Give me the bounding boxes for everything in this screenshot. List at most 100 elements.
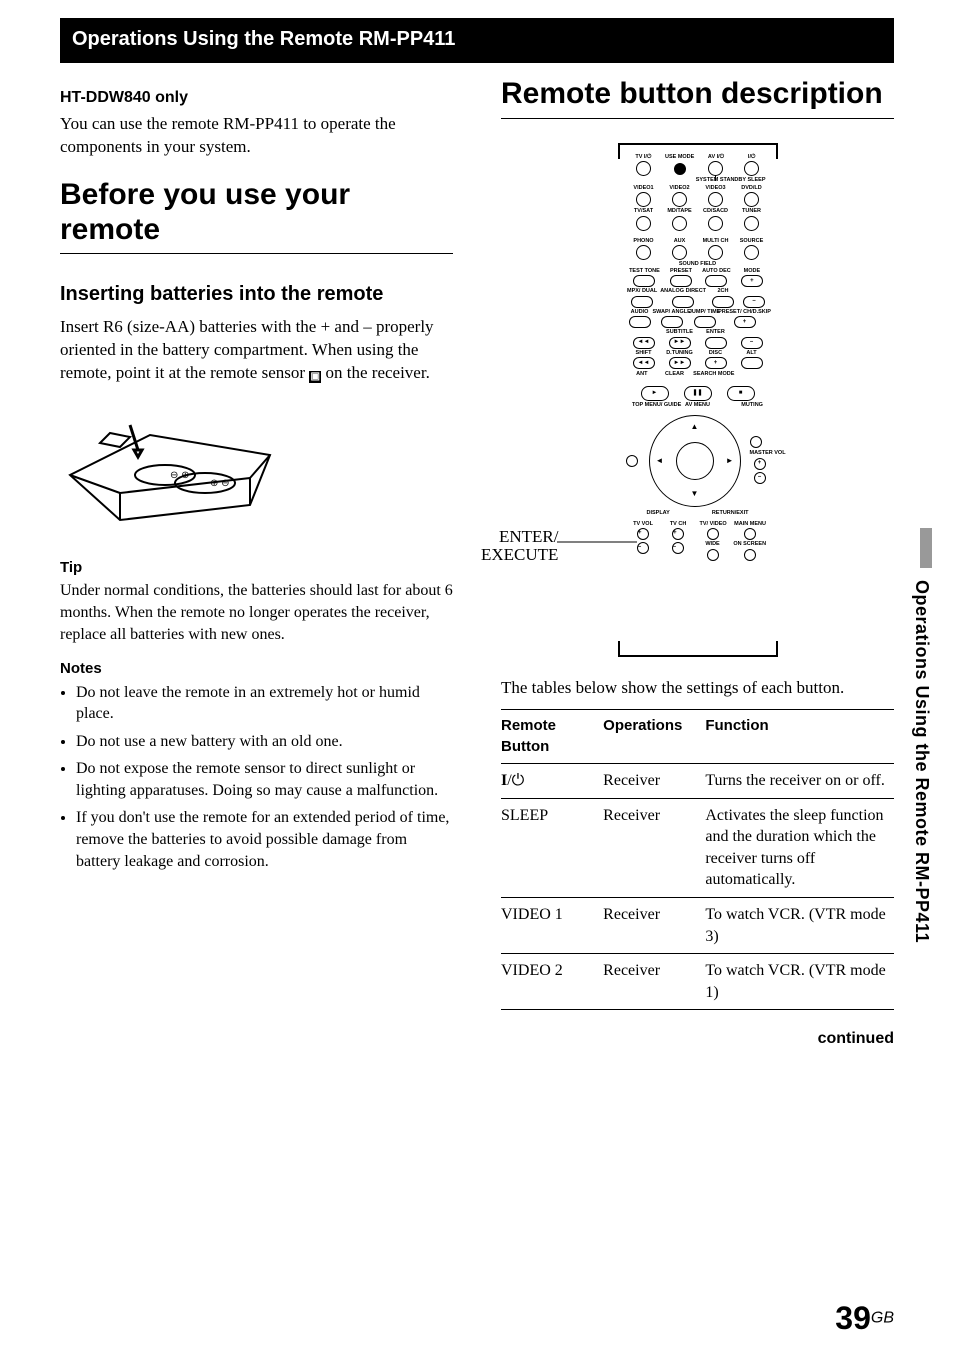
table-intro: The tables below show the settings of ea… (501, 677, 894, 700)
remote-label: USE MODE (665, 155, 694, 161)
page-number-suffix: GB (871, 1309, 894, 1326)
remote-label: AV I/⏻ (708, 155, 724, 161)
cell-function: To watch VCR. (VTR mode 3) (705, 897, 894, 953)
cell-function: Activates the sleep function and the dur… (705, 798, 894, 897)
th-operations: Operations (603, 710, 705, 764)
remote-label: AUX (674, 239, 686, 245)
page-number-value: 39 (835, 1300, 871, 1336)
insert-text-b: on the receiver. (321, 363, 430, 382)
section-before-you-use: Before you use your remote (60, 178, 453, 254)
stop-button: ■ (727, 386, 755, 401)
cell-button: SLEEP (501, 798, 603, 897)
jog-dial: ▲ ▼ ◄ ► (649, 415, 741, 507)
button-table: Remote Button Operations Function I/⏻ Re… (501, 709, 894, 1010)
remote-label: MASTER VOL (750, 451, 770, 457)
remote-label: ON SCREEN (733, 542, 766, 548)
remote-label: AV MENU (685, 403, 710, 409)
tip-text: Under normal conditions, the batteries s… (60, 580, 453, 645)
side-tab-text: Operations Using the Remote RM-PP411 (910, 580, 934, 943)
remote-label: MD/TAPE (667, 209, 691, 215)
continued-label: continued (501, 1028, 894, 1050)
remote-label: TOP MENU/ GUIDE (632, 403, 672, 409)
cell-button: VIDEO 1 (501, 897, 603, 953)
remote-label: TV/ VIDEO (700, 522, 727, 528)
table-row: SLEEP Receiver Activates the sleep funct… (501, 798, 894, 897)
remote-label: VIDEO2 (669, 186, 689, 192)
intro-paragraph: You can use the remote RM-PP411 to opera… (60, 113, 453, 159)
note-item: If you don't use the remote for an exten… (76, 807, 453, 872)
remote-label: MULTI CH (703, 239, 729, 245)
cell-operations: Receiver (603, 897, 705, 953)
cell-function: Turns the receiver on or off. (705, 763, 894, 798)
remote-label: PRESET (670, 269, 692, 275)
notes-list: Do not leave the remote in an extremely … (60, 682, 453, 873)
remote-label: SYSTEM STANDBY SLEEP (626, 178, 770, 184)
remote-diagram: TV I/⏻ USE MODE AV I/⏻ I/⏻ SYSTEM STANDB… (618, 143, 778, 657)
remote-label: CD/SACD (703, 209, 728, 215)
remote-label: MODE (744, 269, 761, 275)
remote-label: D.TUNING (666, 351, 693, 357)
section-remote-button-description: Remote button description (501, 77, 894, 119)
svg-text:⊖ ⊕: ⊖ ⊕ (170, 470, 190, 481)
remote-label: MUTING (723, 403, 763, 409)
note-item: Do not expose the remote sensor to direc… (76, 758, 453, 801)
remote-label: VIDEO3 (705, 186, 725, 192)
remote-label: ANT (636, 372, 647, 378)
remote-label: TV CH (670, 522, 687, 528)
remote-label: ALT (746, 351, 756, 357)
remote-label: I/⏻ (748, 155, 755, 161)
remote-label: PRESET/ CH/D.SKIP (718, 310, 771, 316)
page-content: HT-DDW840 only You can use the remote RM… (0, 63, 954, 1050)
remote-label: TEST TONE (629, 269, 660, 275)
remote-label: DISC (709, 351, 722, 357)
remote-label: SEARCH MODE (693, 372, 734, 378)
remote-label: TUNER (742, 209, 761, 215)
th-function: Function (705, 710, 894, 764)
pause-button: ❚❚ (684, 386, 712, 401)
remote-label: JUMP/ TIME (689, 310, 720, 316)
cell-operations: Receiver (603, 954, 705, 1010)
chapter-header: Operations Using the Remote RM-PP411 (60, 18, 894, 63)
cell-function: To watch VCR. (VTR mode 1) (705, 954, 894, 1010)
side-tab: Operations Using the Remote RM-PP411 (910, 528, 932, 1088)
remote-label: TV VOL (633, 522, 653, 528)
cell-operations: Receiver (603, 798, 705, 897)
right-column: Remote button description ENTER/ EXECUTE… (477, 73, 894, 1050)
svg-text:⊕ ⊖: ⊕ ⊖ (210, 478, 230, 489)
side-tab-mark (920, 528, 932, 568)
notes-label: Notes (60, 659, 453, 679)
note-item: Do not use a new battery with an old one… (76, 731, 453, 753)
ir-sensor-icon: ▣ (309, 371, 321, 383)
battery-illustration: ⊖ ⊕ ⊕ ⊖ (60, 405, 280, 525)
enter-execute-callout: ENTER/ EXECUTE (481, 528, 558, 565)
remote-label: DISPLAY (646, 511, 669, 517)
remote-label: SOUND FIELD (626, 262, 770, 268)
remote-label: RETURN/EXIT (712, 511, 749, 517)
remote-label: TV/SAT (634, 209, 653, 215)
table-row: VIDEO 1 Receiver To watch VCR. (VTR mode… (501, 897, 894, 953)
th-remote-button: Remote Button (501, 710, 603, 764)
remote-label: CLEAR (665, 372, 684, 378)
model-note: HT-DDW840 only (60, 87, 453, 109)
tip-label: Tip (60, 558, 453, 578)
cell-button: VIDEO 2 (501, 954, 603, 1010)
remote-label: SHIFT (636, 351, 652, 357)
play-button: ► (641, 386, 669, 401)
cell-button: I/⏻ (501, 763, 603, 798)
subsection-inserting-batteries: Inserting batteries into the remote (60, 282, 453, 306)
page-number: 39GB (835, 1297, 894, 1340)
remote-label: ANALOG DIRECT (660, 289, 706, 295)
remote-label: PHONO (633, 239, 653, 245)
remote-label: MPX/ DUAL (627, 289, 657, 295)
remote-label: AUTO DEC (702, 269, 731, 275)
remote-label: SUBTITLE (666, 330, 693, 336)
remote-label: MAIN MENU (734, 522, 766, 528)
cell-operations: Receiver (603, 763, 705, 798)
remote-label: AUDIO (631, 310, 649, 316)
remote-label: VIDEO1 (633, 186, 653, 192)
remote-label: WIDE (705, 542, 719, 548)
table-row: I/⏻ Receiver Turns the receiver on or of… (501, 763, 894, 798)
remote-label: 2CH (718, 289, 729, 295)
remote-label: SOURCE (740, 239, 764, 245)
insert-text: Insert R6 (size-AA) batteries with the +… (60, 316, 453, 385)
